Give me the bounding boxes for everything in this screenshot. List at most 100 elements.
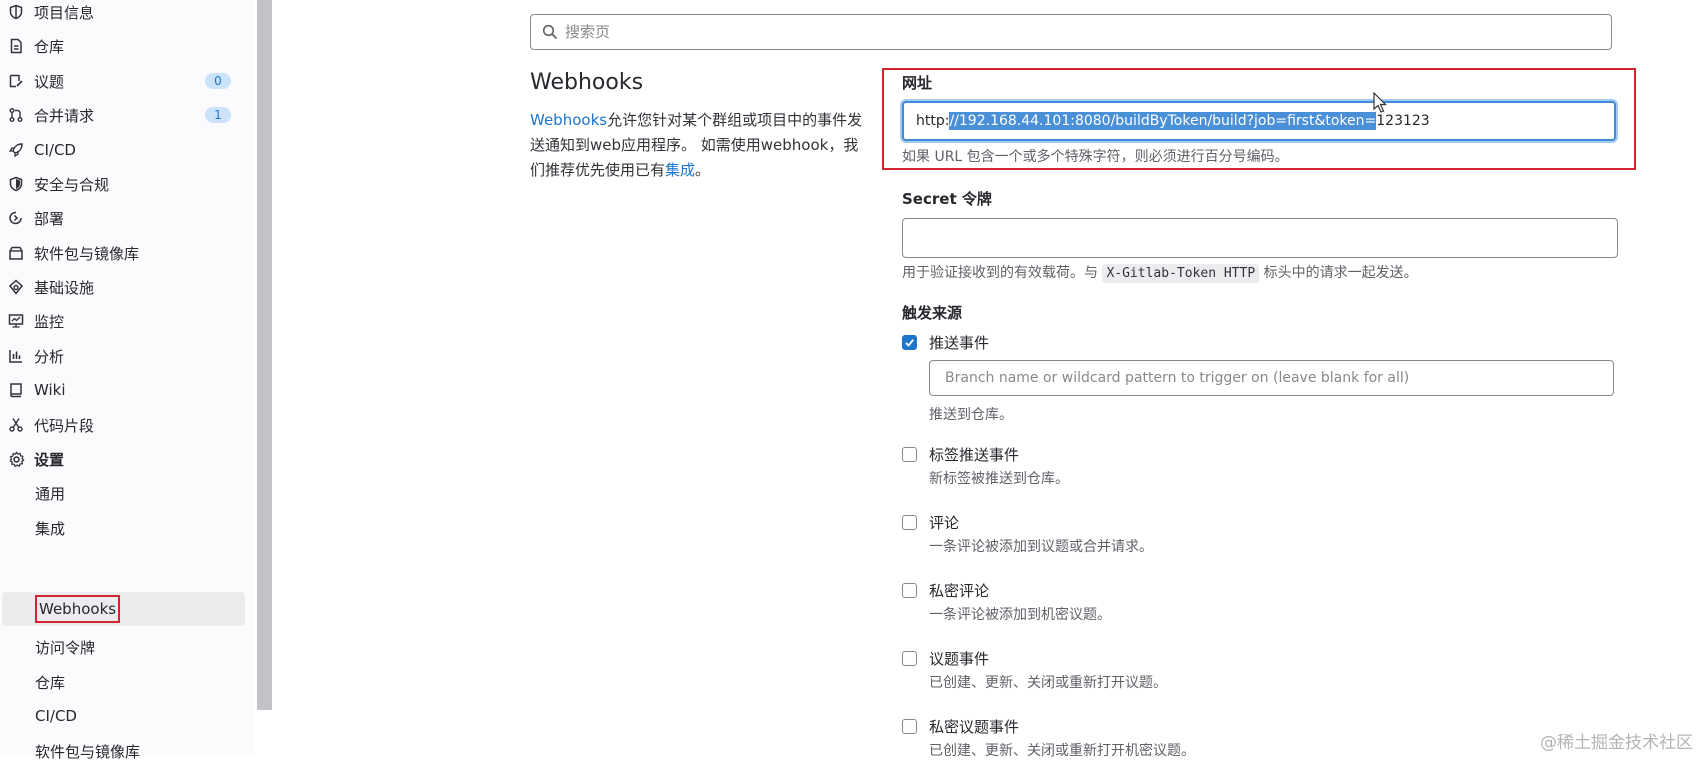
settings-sub-general[interactable]: 通用 <box>0 476 245 510</box>
settings-sub-label: 访问令牌 <box>35 638 96 657</box>
issues-icon <box>7 72 25 90</box>
sidebar-item-label: 设置 <box>34 450 65 469</box>
sidebar-item-label: 基础设施 <box>34 278 95 297</box>
search-input[interactable] <box>563 22 1567 42</box>
settings-sub-integrations[interactable]: 集成 <box>0 511 245 545</box>
sidebar-item-deploy[interactable]: 部署 <box>0 201 245 235</box>
tag-push-checkbox[interactable] <box>902 447 917 462</box>
secret-help-code: X-Gitlab-Token HTTP <box>1102 264 1260 283</box>
branch-filter-input[interactable] <box>943 369 1607 387</box>
settings-sub-label: 通用 <box>35 484 66 503</box>
sidebar-item-label: 分析 <box>34 347 65 366</box>
comments-checkbox[interactable] <box>902 515 917 530</box>
settings-sub-ci-cd[interactable]: CI/CD <box>0 699 245 733</box>
settings-sub-label: 集成 <box>35 519 66 538</box>
sidebar-scrollbar-thumb[interactable] <box>257 0 272 710</box>
trigger-desc: 已创建、更新、关闭或重新打开议题。 <box>929 675 1167 691</box>
document-icon <box>7 37 25 55</box>
settings-sub-label: 软件包与镜像库 <box>35 742 141 761</box>
sidebar-item-monitor[interactable]: 监控 <box>0 304 245 338</box>
sidebar-item-label: 项目信息 <box>34 3 95 22</box>
sidebar-item-ci-cd[interactable]: CI/CD <box>0 133 245 167</box>
merge-requests-count-badge: 1 <box>205 107 231 123</box>
description-end: 。 <box>695 161 711 179</box>
settings-sub-webhooks[interactable]: Webhooks <box>2 592 245 626</box>
trigger-label: 推送事件 <box>929 334 990 352</box>
trigger-label: 议题事件 <box>929 650 990 668</box>
sidebar-item-label: 仓库 <box>34 37 65 56</box>
page-search[interactable] <box>530 14 1612 50</box>
checkmark-icon <box>905 339 914 347</box>
trigger-tag-push-events[interactable]: 标签推送事件 <box>902 444 1019 465</box>
sidebar-item-infrastructure[interactable]: 基础设施 <box>0 270 245 304</box>
trigger-confidential-comments[interactable]: 私密评论 <box>902 580 989 601</box>
section-description: Webhooks允许您针对某个群组或项目中的事件发送通知到web应用程序。 如需… <box>530 108 870 183</box>
url-input[interactable]: http://192.168.44.101:8080/buildByToken/… <box>902 101 1616 141</box>
sidebar-item-security[interactable]: 安全与合规 <box>0 167 245 201</box>
confidential-comments-checkbox[interactable] <box>902 583 917 598</box>
trigger-desc: 已创建、更新、关闭或重新打开机密议题。 <box>929 743 1195 759</box>
sidebar-item-analytics[interactable]: 分析 <box>0 339 245 373</box>
url-value-prefix: http: <box>916 113 950 129</box>
trigger-push-events[interactable]: 推送事件 <box>902 332 989 353</box>
sidebar-item-repository[interactable]: 仓库 <box>0 29 245 63</box>
scissors-icon <box>7 416 25 434</box>
trigger-desc: 一条评论被添加到机密议题。 <box>929 607 1111 623</box>
trigger-confidential-issue-events[interactable]: 私密议题事件 <box>902 716 1019 737</box>
push-events-checkbox[interactable] <box>902 335 917 350</box>
trigger-comments[interactable]: 评论 <box>902 512 959 533</box>
monitor-icon <box>7 312 25 330</box>
issue-events-checkbox[interactable] <box>902 651 917 666</box>
issues-count-badge: 0 <box>205 73 231 89</box>
trigger-desc: 推送到仓库。 <box>929 407 1013 423</box>
confidential-issue-events-checkbox[interactable] <box>902 719 917 734</box>
sidebar: 项目信息 仓库 议题 0 合并请求 1 CI/CD 安全与合规 部署 软件包与镜… <box>0 0 256 761</box>
mouse-cursor-icon <box>1373 91 1387 118</box>
url-help-text: 如果 URL 包含一个或多个特殊字符，则必须进行百分号编码。 <box>902 149 1289 165</box>
secret-token-label: Secret 令牌 <box>902 190 992 208</box>
trigger-label: 评论 <box>929 514 960 532</box>
book-icon <box>7 381 25 399</box>
settings-sub-repository[interactable]: 仓库 <box>0 665 245 699</box>
shield-icon <box>7 175 25 193</box>
secret-help-after: 标头中的请求一起发送。 <box>1263 265 1418 281</box>
sidebar-item-merge-requests[interactable]: 合并请求 1 <box>0 98 245 132</box>
sidebar-item-label: 合并请求 <box>34 106 95 125</box>
project-info-icon <box>7 3 25 21</box>
sidebar-item-issues[interactable]: 议题 0 <box>0 64 245 98</box>
gear-icon <box>7 450 25 468</box>
settings-sub-label: Webhooks <box>35 595 121 623</box>
section-title: Webhooks <box>530 70 644 95</box>
sidebar-item-settings[interactable]: 设置 <box>0 442 245 476</box>
trigger-title: 触发来源 <box>902 304 963 322</box>
trigger-issue-events[interactable]: 议题事件 <box>902 648 989 669</box>
integrations-link[interactable]: 集成 <box>665 161 695 179</box>
trigger-label: 私密评论 <box>929 582 990 600</box>
package-icon <box>7 244 25 262</box>
trigger-desc: 一条评论被添加到议题或合并请求。 <box>929 539 1153 555</box>
sidebar-item-label: 代码片段 <box>34 416 95 435</box>
secret-token-input[interactable] <box>902 218 1618 258</box>
trigger-desc: 新标签被推送到仓库。 <box>929 471 1069 487</box>
sidebar-item-packages[interactable]: 软件包与镜像库 <box>0 236 245 270</box>
merge-request-icon <box>7 106 25 124</box>
sidebar-item-label: 安全与合规 <box>34 175 110 194</box>
branch-filter[interactable] <box>929 360 1614 396</box>
trigger-label: 标签推送事件 <box>929 446 1020 464</box>
sidebar-item-wiki[interactable]: Wiki <box>0 373 245 407</box>
webhooks-docs-link[interactable]: Webhooks <box>530 111 607 129</box>
cloud-gear-icon <box>7 278 25 296</box>
sidebar-item-snippets[interactable]: 代码片段 <box>0 408 245 442</box>
settings-sub-label: 仓库 <box>35 673 66 692</box>
deploy-icon <box>7 209 25 227</box>
sidebar-item-label: CI/CD <box>34 141 76 159</box>
settings-sub-access-tokens[interactable]: 访问令牌 <box>0 630 245 664</box>
secret-help-before: 用于验证接收到的有效载荷。与 <box>902 265 1098 281</box>
sidebar-item-label: 软件包与镜像库 <box>34 244 140 263</box>
sidebar-item-project-info[interactable]: 项目信息 <box>0 0 245 29</box>
sidebar-item-label: Wiki <box>34 381 66 399</box>
settings-sub-packages[interactable]: 软件包与镜像库 <box>0 734 245 768</box>
sidebar-item-label: 监控 <box>34 312 65 331</box>
rocket-icon <box>7 141 25 159</box>
sidebar-item-label: 议题 <box>34 72 65 91</box>
